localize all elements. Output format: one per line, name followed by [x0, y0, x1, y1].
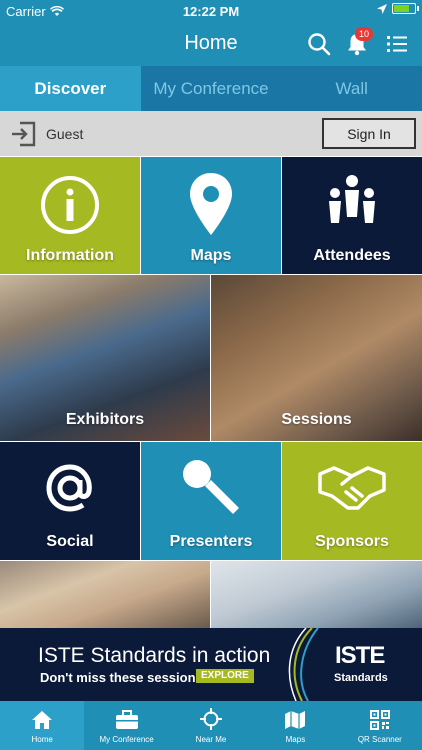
- tile-exhibitors-label: Exhibitors: [65, 411, 145, 428]
- bottom-tab-bar: Home My Conference Near Me Maps QR Scann…: [0, 701, 422, 750]
- tile-attendees-label: Attendees: [313, 247, 391, 264]
- tile-maps-label: Maps: [190, 247, 232, 264]
- tabbar-home-label: Home: [31, 735, 53, 744]
- tab-wall[interactable]: Wall: [281, 66, 422, 111]
- status-time: 12:22 PM: [182, 4, 240, 19]
- map-pin-icon: [190, 173, 232, 235]
- banner-title: ISTE Standards in action: [38, 644, 271, 667]
- tabbar-home[interactable]: Home: [0, 701, 85, 750]
- nav-bar: Home 10: [0, 22, 422, 66]
- at-sign-icon: [46, 464, 92, 512]
- tile-presenters-label: Presenters: [169, 533, 253, 550]
- tab-my-conference[interactable]: My Conference: [141, 66, 282, 111]
- status-bar: Carrier 12:22 PM: [0, 0, 422, 22]
- info-icon: [41, 176, 99, 234]
- tabbar-qr-scanner-label: QR Scanner: [357, 735, 402, 744]
- tab-discover[interactable]: Discover: [0, 66, 141, 111]
- tile-sponsors[interactable]: Sponsors: [282, 442, 422, 560]
- segment-tabs: Discover My Conference Wall: [0, 66, 422, 111]
- handshake-icon: [318, 466, 386, 510]
- microphone-icon: [183, 460, 239, 514]
- iste-logo-text: ISTE: [335, 642, 385, 669]
- notification-badge: 10: [355, 27, 373, 41]
- home-icon: [32, 711, 53, 729]
- tile-photo-bottom-right[interactable]: [211, 561, 422, 628]
- banner-subtitle: Don't miss these sessions!: [40, 670, 208, 685]
- search-icon[interactable]: [306, 31, 332, 57]
- tabbar-near-me-label: Near Me: [195, 735, 227, 744]
- tile-information-label: Information: [26, 247, 114, 264]
- tile-photo-bottom-left[interactable]: [0, 561, 210, 628]
- map-icon: [285, 711, 306, 729]
- tabbar-my-conference-label: My Conference: [99, 735, 154, 744]
- tile-social-label: Social: [46, 533, 94, 550]
- battery-icon: [392, 3, 419, 14]
- status-right: [377, 3, 419, 14]
- tile-sessions-label: Sessions: [281, 411, 352, 428]
- guest-bar: Guest Sign In: [0, 111, 422, 156]
- tile-information[interactable]: Information: [0, 157, 140, 274]
- tile-presenters[interactable]: Presenters: [141, 442, 281, 560]
- list-menu-icon[interactable]: [384, 31, 410, 57]
- login-icon: [12, 121, 36, 147]
- qr-code-icon: [369, 710, 390, 730]
- tile-maps[interactable]: Maps: [141, 157, 281, 274]
- promo-banner[interactable]: ISTE Standards in action Don't miss thes…: [0, 628, 422, 701]
- tabbar-maps-label: Maps: [285, 735, 306, 744]
- location-arrow-icon: [377, 3, 387, 14]
- tile-exhibitors[interactable]: Exhibitors: [0, 275, 210, 441]
- tabbar-qr-scanner[interactable]: QR Scanner: [338, 701, 422, 750]
- iste-logo-subtext: Standards: [334, 672, 388, 684]
- explore-button[interactable]: EXPLORE: [196, 669, 254, 683]
- banner-swoosh-decoration: [288, 628, 319, 701]
- crosshair-icon: [200, 708, 223, 730]
- tile-attendees[interactable]: Attendees: [282, 157, 422, 274]
- tile-social[interactable]: Social: [0, 442, 140, 560]
- app-screen: Carrier 12:22 PM Home 10 Discover My Con…: [0, 0, 422, 750]
- tile-sponsors-label: Sponsors: [315, 533, 389, 550]
- tabbar-maps[interactable]: Maps: [253, 701, 337, 750]
- guest-label: Guest: [46, 126, 84, 142]
- tabbar-my-conference[interactable]: My Conference: [84, 701, 168, 750]
- sign-in-button[interactable]: Sign In: [322, 118, 416, 149]
- briefcase-icon: [115, 710, 138, 729]
- tile-sessions[interactable]: Sessions: [211, 275, 422, 441]
- tabbar-near-me[interactable]: Near Me: [169, 701, 253, 750]
- people-icon: [329, 175, 375, 223]
